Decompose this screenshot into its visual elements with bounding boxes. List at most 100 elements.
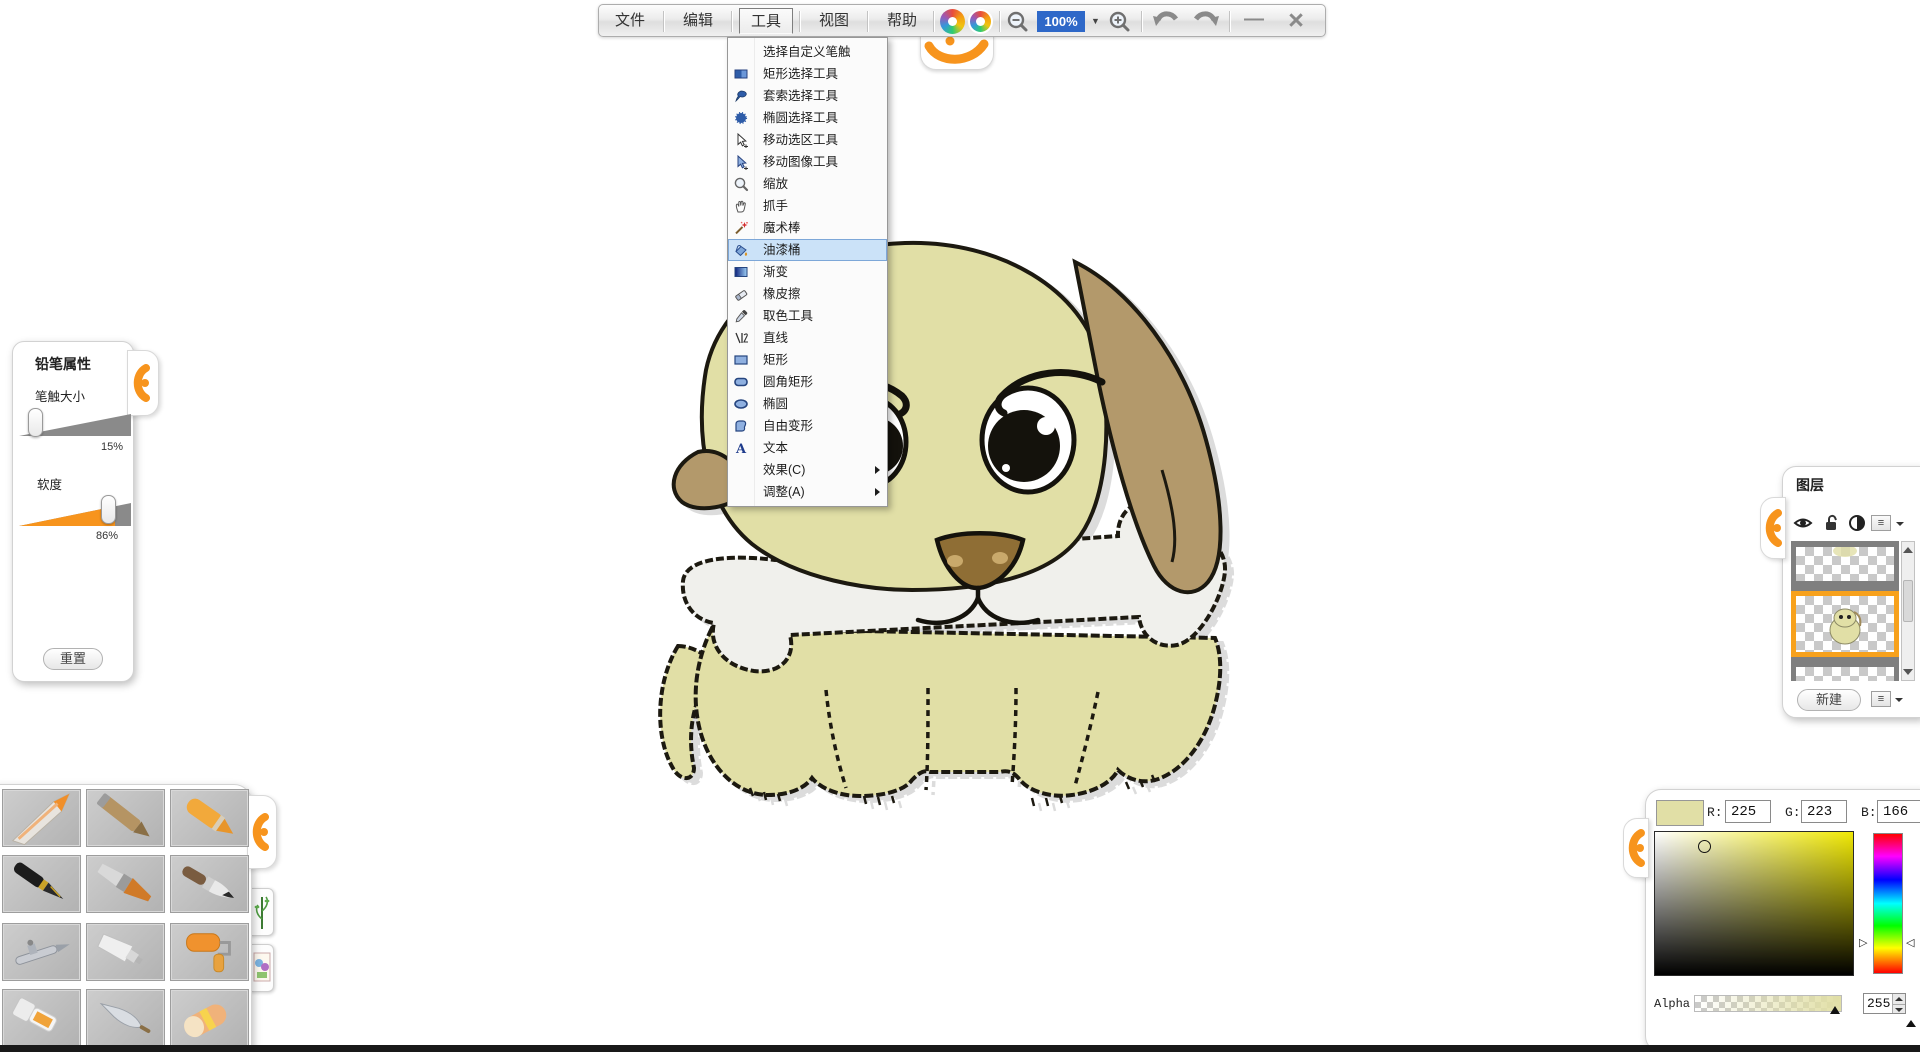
layer-menu-button[interactable]: ≡	[1871, 515, 1891, 531]
share-logo-icon[interactable]	[968, 9, 993, 34]
new-layer-button[interactable]: 新建	[1797, 689, 1861, 711]
layer-list-scrollbar[interactable]	[1901, 541, 1915, 681]
softness-slider-handle[interactable]	[101, 495, 116, 524]
brush-ink-brush[interactable]	[170, 855, 249, 913]
zoom-out-button[interactable]	[1005, 9, 1031, 35]
menu-item-label: 移动图像工具	[763, 155, 838, 169]
menu-item-label: 调整(A)	[763, 485, 805, 499]
menu-item-effects[interactable]: 效果(C)	[728, 459, 887, 481]
menu-item-text[interactable]: A 文本	[728, 437, 887, 459]
brush-fountain-pen[interactable]	[2, 855, 81, 913]
brush-panel-collapse-tab[interactable]	[247, 795, 277, 869]
airbrush-icon	[3, 924, 80, 981]
layers-panel-collapse-tab[interactable]	[1760, 497, 1786, 559]
menu-item-magic-wand[interactable]: 魔术棒	[728, 217, 887, 239]
menu-file[interactable]: 文件	[603, 8, 657, 34]
brush-sharp-pencil[interactable]	[2, 789, 81, 847]
scrollbar-thumb[interactable]	[1903, 580, 1913, 622]
brush-paint-tube[interactable]	[86, 923, 165, 981]
close-button[interactable]: ×	[1279, 6, 1313, 35]
zoom-level-dropdown[interactable]: ▼	[1088, 11, 1103, 32]
pencil-panel-collapse-tab[interactable]	[127, 350, 159, 416]
brush-paintbrush[interactable]	[86, 855, 165, 913]
redo-button[interactable]	[1189, 9, 1223, 35]
toolbar-collapse-tab[interactable]	[920, 34, 994, 70]
green-input[interactable]	[1801, 800, 1847, 823]
menu-item-ellipse-select[interactable]: 椭圆选择工具	[728, 107, 887, 129]
menu-item-free-transform[interactable]: 自由变形	[728, 415, 887, 437]
current-color-swatch[interactable]	[1656, 800, 1704, 826]
brush-extra-plant-button[interactable]	[250, 888, 274, 936]
stamp-brush-icon	[251, 945, 273, 991]
layers-options-caret-icon[interactable]	[1895, 698, 1903, 702]
undo-button[interactable]	[1149, 9, 1183, 35]
hue-marker-left-icon[interactable]: ▷	[1859, 938, 1867, 949]
menu-item-zoom[interactable]: 缩放	[728, 173, 887, 195]
paint-bucket-icon	[733, 242, 749, 258]
menu-item-custom-brush[interactable]: 选择自定义笔触	[728, 41, 887, 63]
menu-item-rectangle[interactable]: 矩形	[728, 349, 887, 371]
layer-row-bottom[interactable]	[1796, 667, 1894, 681]
menu-item-rect-select[interactable]: 矩形选择工具	[728, 63, 887, 85]
alpha-spinner: 255	[1863, 993, 1906, 1014]
menu-view[interactable]: 视图	[807, 8, 861, 34]
alpha-increment-button[interactable]	[1893, 994, 1905, 1004]
brush-wooden-pencil[interactable]	[86, 789, 165, 847]
fountain-pen-icon	[3, 856, 80, 913]
menu-item-hand[interactable]: 抓手	[728, 195, 887, 217]
menu-item-paint-bucket[interactable]: 油漆桶	[728, 239, 887, 261]
layer-lock-icon[interactable]	[1821, 513, 1841, 533]
blue-input[interactable]	[1877, 800, 1920, 823]
scroll-down-icon[interactable]	[1903, 669, 1913, 675]
hue-marker-right-icon[interactable]: ◁	[1906, 938, 1914, 949]
menu-help[interactable]: 帮助	[875, 8, 929, 34]
alpha-decrement-button[interactable]	[1893, 1004, 1905, 1014]
red-input[interactable]	[1725, 800, 1771, 823]
brush-extra-stamp-button[interactable]	[250, 944, 274, 992]
menu-item-adjust[interactable]: 调整(A)	[728, 481, 887, 503]
toolbar-separator	[731, 11, 732, 32]
alpha-slider[interactable]	[1694, 995, 1842, 1012]
menu-item-label: 取色工具	[763, 309, 813, 323]
menu-item-label: 椭圆	[763, 397, 788, 411]
menu-item-lasso-select[interactable]: 套索选择工具	[728, 85, 887, 107]
layer-opacity-icon[interactable]	[1847, 513, 1867, 533]
alpha-value[interactable]: 255	[1867, 996, 1890, 1011]
saturation-value-field[interactable]	[1654, 831, 1854, 976]
brush-eraser-stick[interactable]	[170, 989, 249, 1047]
menu-item-gradient[interactable]: 渐变	[728, 261, 887, 283]
brush-size-slider-handle[interactable]	[28, 408, 43, 437]
menu-item-color-picker[interactable]: 取色工具	[728, 305, 887, 327]
layer-row-selected[interactable]	[1791, 591, 1899, 657]
menu-item-line[interactable]: 直线	[728, 327, 887, 349]
menu-item-eraser[interactable]: 橡皮擦	[728, 283, 887, 305]
layer-row-top[interactable]	[1796, 547, 1894, 581]
paint-tube-icon	[87, 924, 164, 981]
menu-item-ellipse[interactable]: 椭圆	[728, 393, 887, 415]
panel-resize-icon[interactable]	[1906, 1020, 1916, 1027]
brush-palette-knife[interactable]	[86, 989, 165, 1047]
zoom-level-value[interactable]: 100%	[1037, 11, 1085, 32]
menu-item-move-image[interactable]: 移动图像工具	[728, 151, 887, 173]
layer-menu-caret-icon[interactable]	[1896, 522, 1904, 526]
hue-bar[interactable]	[1873, 833, 1903, 974]
app-logo-icon[interactable]	[940, 9, 965, 34]
color-panel-collapse-tab[interactable]	[1623, 818, 1649, 878]
minimize-button[interactable]: —	[1237, 6, 1271, 35]
brush-airbrush[interactable]	[2, 923, 81, 981]
menu-item-rounded-rectangle[interactable]: 圆角矩形	[728, 371, 887, 393]
scroll-up-icon[interactable]	[1903, 547, 1913, 553]
brush-marker-tube[interactable]	[2, 989, 81, 1047]
menu-tools[interactable]: 工具	[739, 8, 793, 34]
alpha-marker-icon[interactable]	[1830, 1006, 1840, 1014]
brush-crayon[interactable]	[170, 789, 249, 847]
menu-item-move-selection[interactable]: 移动选区工具	[728, 129, 887, 151]
brush-paint-roller[interactable]	[170, 923, 249, 981]
reset-button[interactable]: 重置	[43, 648, 103, 670]
toolbar-separator	[1229, 11, 1230, 32]
zoom-in-button[interactable]	[1107, 9, 1133, 35]
layer-visibility-icon[interactable]	[1793, 513, 1813, 533]
layers-options-button[interactable]: ≡	[1871, 691, 1891, 707]
color-field-marker[interactable]	[1698, 840, 1711, 853]
menu-edit[interactable]: 编辑	[671, 8, 725, 34]
